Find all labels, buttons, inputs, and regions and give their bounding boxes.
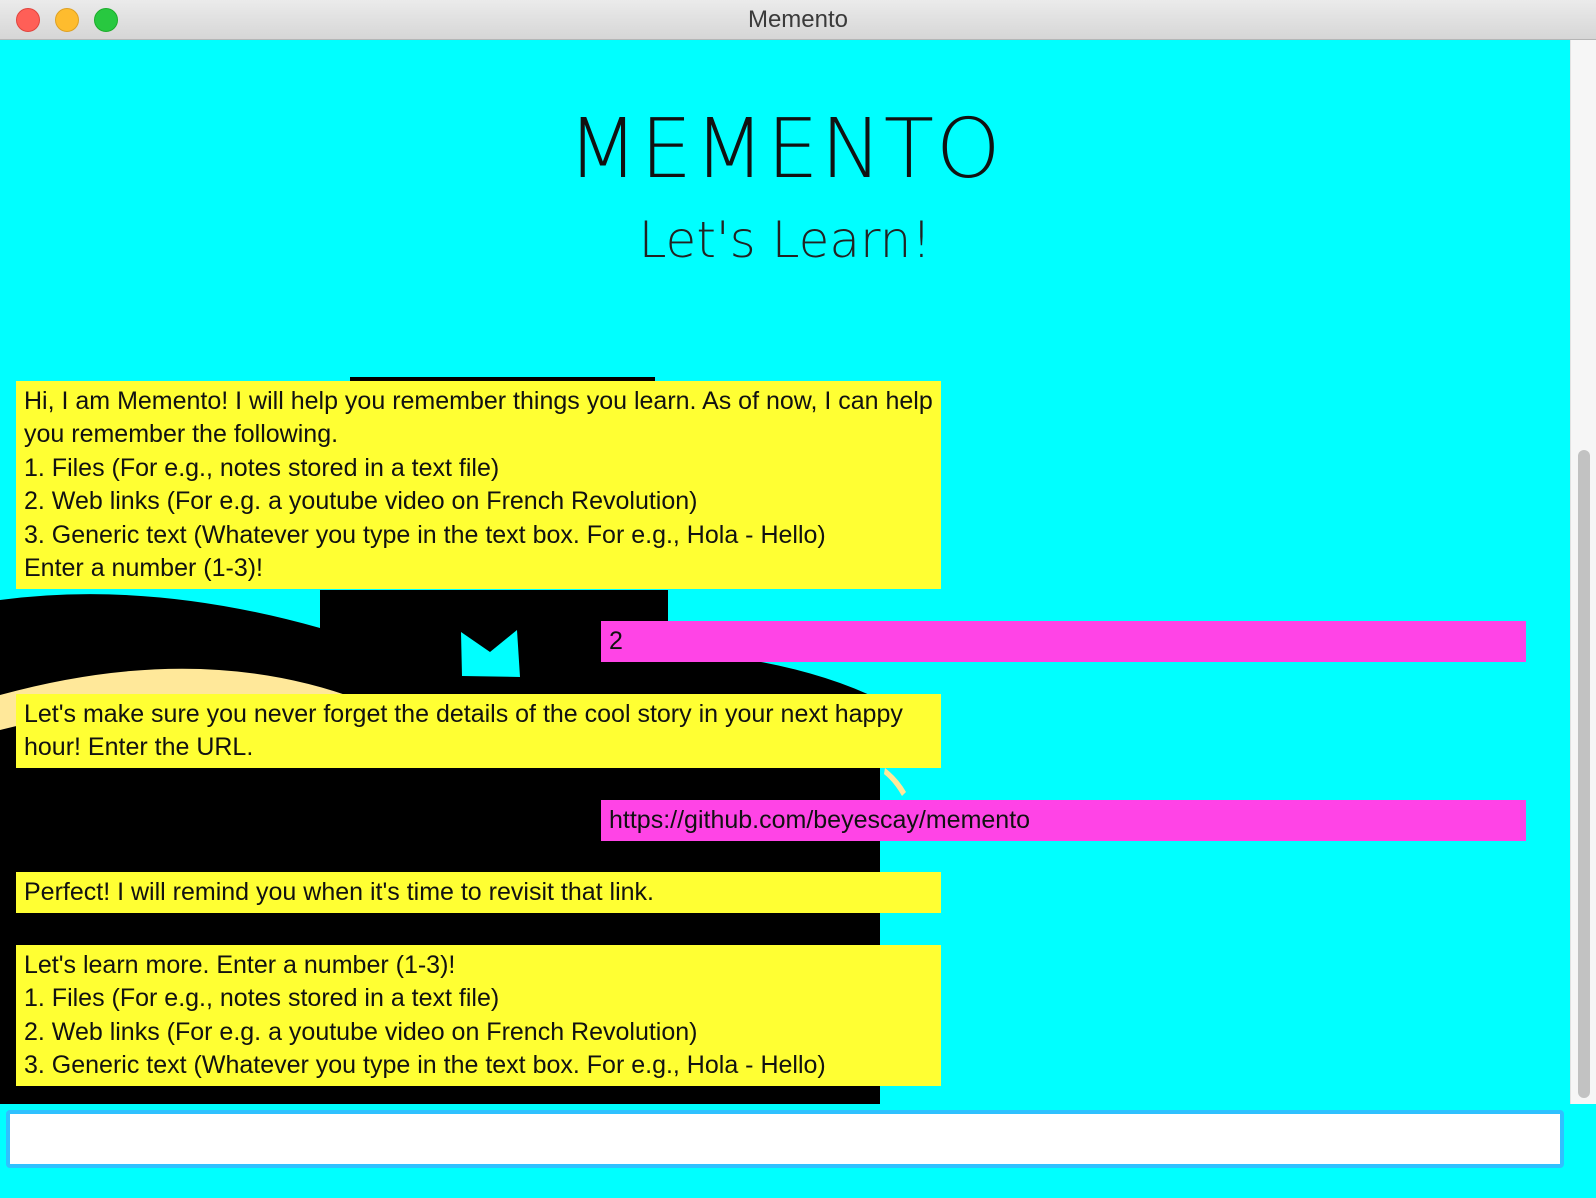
bot-message: Perfect! I will remind you when it's tim… xyxy=(16,872,941,913)
artwork-cream-tail xyxy=(884,768,906,796)
chat-area[interactable]: MEMENTO Let's Learn! Hi, I am Memento! I… xyxy=(0,40,1570,1104)
input-bar xyxy=(0,1104,1596,1198)
message-input[interactable] xyxy=(6,1110,1564,1168)
window-title: Memento xyxy=(747,6,849,33)
title-bar[interactable]: Memento xyxy=(0,0,1596,40)
app-window: Memento MEMENTO Let's Learn! Hi, I am Me… xyxy=(0,0,1596,1198)
app-title: MEMENTO xyxy=(567,102,1003,197)
user-message: 2 xyxy=(601,621,1526,662)
user-message: https://github.com/beyescay/memento xyxy=(601,800,1526,841)
bot-message: Let's make sure you never forget the det… xyxy=(16,694,941,768)
app-subtitle: Let's Learn! xyxy=(638,211,932,269)
scrollbar-thumb[interactable] xyxy=(1578,450,1590,1098)
bot-message: Hi, I am Memento! I will help you rememb… xyxy=(16,381,941,589)
bot-message: Let's learn more. Enter a number (1-3)! … xyxy=(16,945,941,1086)
vertical-scrollbar[interactable] xyxy=(1570,40,1596,1104)
